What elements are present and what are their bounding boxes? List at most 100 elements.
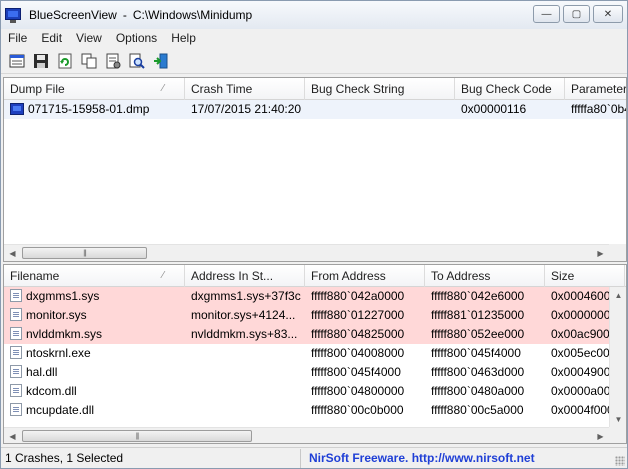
status-crash-count: 1 Crashes, 1 Selected (1, 448, 301, 468)
copy-button[interactable] (79, 51, 99, 71)
table-row[interactable]: hal.dll fffff800`045f4000 fffff800`0463d00… (4, 363, 626, 382)
crash-row[interactable]: 071715-15958-01.dmp 17/07/2015 21:40:20 … (4, 100, 627, 119)
sort-indicator-icon: ⁄ (162, 270, 164, 281)
scroll-right-icon[interactable]: ▶ (592, 428, 609, 443)
to-address-cell: fffff880`052ee000 (431, 327, 525, 341)
menu-view[interactable]: View (69, 31, 109, 45)
filename-cell: monitor.sys (4, 306, 185, 325)
find-button[interactable] (127, 51, 147, 71)
module-list-header: Filename ⁄ Address In St... From Address … (4, 265, 626, 287)
exit-button[interactable] (151, 51, 171, 71)
window-title: BlueScreenView - C:\Windows\Minidump (29, 8, 253, 22)
parameter-cell: fffffa80`0b4 (571, 102, 627, 116)
toolbar (1, 48, 627, 74)
file-icon (10, 384, 22, 397)
bug-check-code-cell: 0x00000116 (461, 102, 527, 116)
minimize-button[interactable]: — (533, 5, 560, 23)
table-row[interactable]: nvlddmkm.sys nvlddmkm.sys+83... fffff880`0… (4, 325, 626, 344)
address-in-stack-cell: nvlddmkm.sys+83... (191, 327, 298, 341)
file-icon (10, 308, 22, 321)
bluescreen-app-icon (5, 7, 21, 23)
file-icon (10, 327, 22, 340)
scroll-up-icon[interactable]: ▲ (610, 287, 626, 304)
col-size[interactable]: Size (545, 265, 625, 287)
file-icon (10, 365, 22, 378)
scroll-left-icon[interactable]: ◀ (4, 428, 21, 443)
filename-cell: dxgmms1.sys (4, 287, 185, 306)
from-address-cell: fffff880`04825000 (311, 327, 405, 341)
table-row[interactable]: mcupdate.dll fffff880`00c0b000 fffff880`00… (4, 401, 626, 420)
resize-grip[interactable] (615, 456, 625, 466)
window-controls: — ▢ ✕ (533, 5, 623, 23)
status-bar: 1 Crashes, 1 Selected NirSoft Freeware. … (1, 447, 627, 468)
from-address-cell: fffff800`04800000 (311, 384, 405, 398)
address-in-stack-cell: dxgmms1.sys+37f3c (191, 289, 301, 303)
save-icon (34, 53, 48, 68)
exit-icon (154, 53, 168, 68)
col-address-in-stack[interactable]: Address In St... (185, 265, 305, 287)
to-address-cell: fffff880`042e6000 (431, 289, 525, 303)
properties-icon (106, 53, 121, 68)
menu-help[interactable]: Help (164, 31, 203, 45)
scroll-thumb[interactable]: ||| (22, 247, 147, 259)
from-address-cell: fffff800`045f4000 (311, 365, 401, 379)
table-row[interactable]: ntoskrnl.exe fffff800`04008000 fffff800`04… (4, 344, 626, 363)
scroll-left-icon[interactable]: ◀ (4, 245, 21, 261)
crash-list-hscrollbar[interactable]: ◀ ||| ▶ (4, 244, 609, 261)
scroll-thumb[interactable]: ||| (22, 430, 252, 442)
menu-bar: File Edit View Options Help (1, 29, 627, 47)
col-crash-time[interactable]: Crash Time (185, 78, 305, 100)
module-list-hscrollbar[interactable]: ◀ ||| ▶ (4, 427, 609, 443)
menu-options[interactable]: Options (109, 31, 164, 45)
nirsoft-link[interactable]: NirSoft Freeware. http://www.nirsoft.net (301, 449, 535, 468)
address-in-stack-cell (185, 382, 305, 401)
crash-list-header: Dump File ⁄ Crash Time Bug Check String B… (4, 78, 626, 100)
col-bug-check-string[interactable]: Bug Check String (305, 78, 455, 100)
scroll-right-icon[interactable]: ▶ (592, 245, 609, 261)
col-parameter[interactable]: Parameter (565, 78, 626, 100)
filename-cell: kdcom.dll (4, 382, 185, 401)
crash-rows: 071715-15958-01.dmp 17/07/2015 21:40:20 … (4, 100, 627, 119)
module-list-vscrollbar[interactable]: ▲ ▼ (609, 287, 626, 428)
scroll-corner (609, 244, 626, 261)
menu-file[interactable]: File (1, 31, 34, 45)
refresh-icon (58, 53, 72, 68)
copy-icon (81, 53, 97, 68)
sort-indicator-icon: ⁄ (162, 83, 164, 94)
table-row[interactable]: dxgmms1.sys dxgmms1.sys+37f3c fffff880`042… (4, 287, 626, 306)
module-list[interactable]: Filename ⁄ Address In St... From Address … (3, 264, 627, 444)
file-icon (10, 289, 22, 302)
html-report-button[interactable] (7, 51, 27, 71)
minimize-icon: — (541, 8, 552, 20)
find-icon (129, 53, 145, 69)
html-report-icon (9, 54, 25, 67)
col-bug-check-code[interactable]: Bug Check Code (455, 78, 565, 100)
close-button[interactable]: ✕ (593, 5, 623, 23)
address-in-stack-cell (185, 401, 305, 420)
dump-file-cell: 071715-15958-01.dmp (4, 100, 185, 119)
properties-button[interactable] (103, 51, 123, 71)
to-address-cell: fffff800`045f4000 (431, 346, 521, 360)
window-title-app: BlueScreenView (29, 8, 117, 22)
col-dump-file[interactable]: Dump File ⁄ (4, 78, 185, 100)
dump-file-icon (10, 103, 24, 115)
bug-check-string-cell (305, 100, 455, 119)
module-rows: dxgmms1.sys dxgmms1.sys+37f3c fffff880`042… (4, 287, 626, 420)
to-address-cell: fffff800`0480a000 (431, 384, 525, 398)
scroll-down-icon[interactable]: ▼ (610, 411, 626, 428)
maximize-button[interactable]: ▢ (563, 5, 590, 23)
save-button[interactable] (31, 51, 51, 71)
table-row[interactable]: monitor.sys monitor.sys+4124... fffff880`0… (4, 306, 626, 325)
menu-edit[interactable]: Edit (34, 31, 69, 45)
to-address-cell: fffff880`00c5a000 (431, 403, 524, 417)
table-row[interactable]: kdcom.dll fffff800`04800000 fffff800`0480a… (4, 382, 626, 401)
crash-list[interactable]: Dump File ⁄ Crash Time Bug Check String B… (3, 77, 627, 262)
crash-time-cell: 17/07/2015 21:40:20 (191, 102, 302, 116)
app-window: BlueScreenView - C:\Windows\Minidump — ▢ ✕… (0, 0, 628, 469)
address-in-stack-cell (185, 344, 305, 363)
col-from-address[interactable]: From Address (305, 265, 425, 287)
col-to-address[interactable]: To Address (425, 265, 545, 287)
col-filename[interactable]: Filename ⁄ (4, 265, 185, 287)
refresh-button[interactable] (55, 51, 75, 71)
close-icon: ✕ (603, 8, 613, 20)
